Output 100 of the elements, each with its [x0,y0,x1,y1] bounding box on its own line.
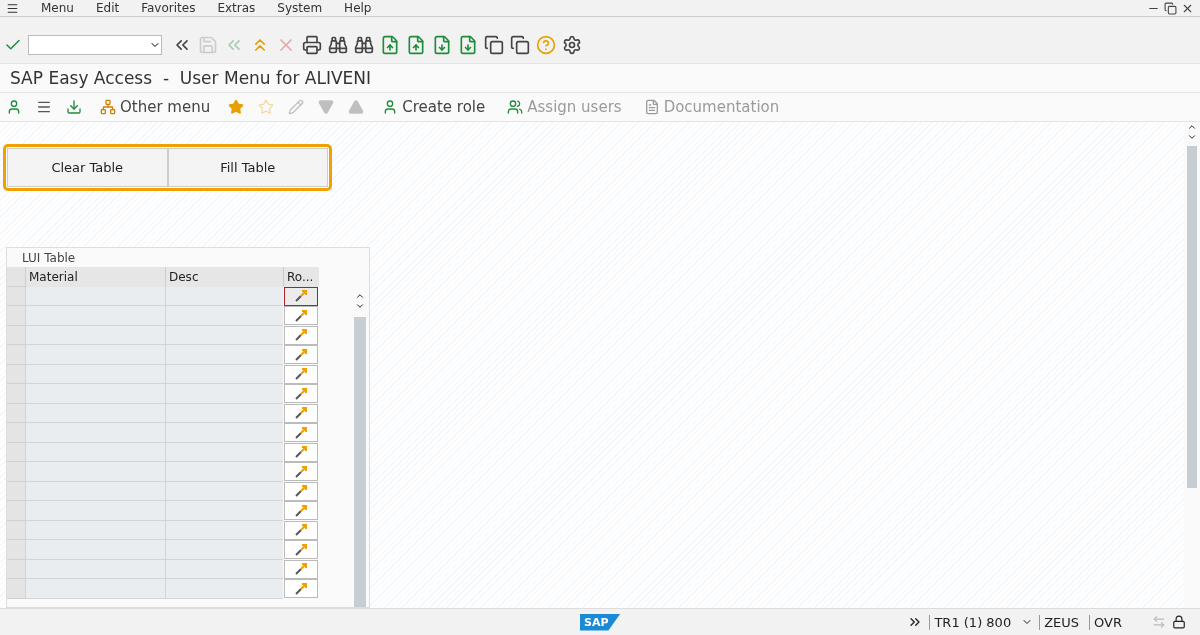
table-cell[interactable] [165,462,283,482]
arrows-icon [295,582,307,595]
page-up-icon[interactable] [406,35,426,55]
search-next-icon[interactable] [354,35,374,55]
printer-icon[interactable] [302,35,322,55]
table-cell[interactable] [165,345,283,365]
scroll-up-icon[interactable] [355,291,365,301]
row-selector[interactable] [7,501,25,521]
table-cell[interactable] [25,462,165,482]
row-selector[interactable] [7,423,25,443]
menu-item[interactable]: Edit [95,1,120,15]
table-cell[interactable] [25,345,165,365]
page-down-icon[interactable] [458,35,478,55]
table-cell[interactable] [165,520,283,540]
arrows-icon [295,543,307,556]
row-selector[interactable] [7,579,25,599]
search-icon[interactable] [328,35,348,55]
row-selector[interactable] [7,559,25,579]
server-name: ZEUS [1039,614,1084,630]
menu-icon[interactable] [36,99,52,115]
user-icon[interactable] [6,99,22,115]
table-cell[interactable] [25,286,165,306]
row-selector[interactable] [7,364,25,384]
menu-icon[interactable] [6,1,19,15]
table-cell[interactable] [25,520,165,540]
table-cell[interactable] [25,325,165,345]
restore-icon[interactable] [1164,1,1177,15]
arrows-icon [295,426,307,439]
push-button[interactable]: Clear Table [7,148,168,187]
menu-item[interactable]: Favorites [141,1,196,15]
table-cell[interactable] [25,384,165,404]
screen-title: SAP Easy Access - User Menu for ALIVENI [0,63,1200,92]
table-cell[interactable] [165,403,283,423]
column-header[interactable]: Ro... [283,267,319,287]
menu-item[interactable]: Extras [217,1,256,15]
row-selector[interactable] [7,286,25,306]
help-icon[interactable] [536,35,556,55]
scroll-down-icon[interactable] [1187,132,1197,142]
table-cell[interactable] [165,384,283,404]
scroll-down-icon[interactable] [355,301,365,311]
arrows-icon [295,329,307,341]
arrows-icon [295,309,307,322]
scrollbar[interactable] [1184,122,1200,608]
table-cell[interactable] [25,423,165,443]
table-cell[interactable] [25,559,165,579]
input-mode[interactable]: OVR [1089,614,1126,630]
table-cell[interactable] [165,306,283,326]
swap-icon[interactable] [1152,615,1166,629]
row-selector[interactable] [7,442,25,462]
scroll-up-icon[interactable] [1187,122,1197,132]
download-icon[interactable] [66,99,82,115]
row-selector[interactable] [7,403,25,423]
row-selector[interactable] [7,540,25,560]
settings-icon[interactable] [562,35,582,55]
row-selector[interactable] [7,345,25,365]
lock-icon[interactable] [1172,615,1186,629]
arrows-icon [295,368,307,380]
arrows-icon [295,465,307,478]
page-down-icon[interactable] [432,35,452,55]
row-selector[interactable] [7,384,25,404]
menu-item[interactable]: System [277,1,323,15]
table-cell[interactable] [165,501,283,521]
system-info[interactable]: TR1 (1) 800 [929,614,1016,630]
arrows-icon [295,504,307,517]
menu-item[interactable]: Help [344,1,372,15]
table-cell[interactable] [25,501,165,521]
table-cell[interactable] [165,423,283,443]
table-cell[interactable] [165,286,283,306]
hierarchy-icon [100,99,116,115]
table-cell[interactable] [165,325,283,345]
table-cell[interactable] [165,559,283,579]
table-cell[interactable] [25,579,165,599]
command-field[interactable] [28,35,162,55]
table-cell[interactable] [165,579,283,599]
menu-item[interactable]: Menu [41,1,74,15]
table-cell[interactable] [25,540,165,560]
table-cell[interactable] [25,481,165,501]
table-cell[interactable] [25,306,165,326]
row-selector[interactable] [7,462,25,482]
page-up-icon[interactable] [380,35,400,55]
table-cell[interactable] [25,442,165,462]
row-selector[interactable] [7,520,25,540]
table-cell[interactable] [25,364,165,384]
arrows-icon [295,563,307,575]
arrows-icon [295,407,307,419]
push-button[interactable]: Fill Table [167,148,328,187]
row-selector[interactable] [7,267,25,287]
table-cell[interactable] [165,540,283,560]
column-header[interactable]: Desc [165,267,283,287]
column-header[interactable]: Material [25,267,165,287]
row-selector[interactable] [7,306,25,326]
table-cell[interactable] [165,364,283,384]
arrows-icon [295,446,307,458]
table-cell[interactable] [165,481,283,501]
toolbar-button[interactable]: Other menu [96,98,215,116]
table-cell[interactable] [25,403,165,423]
row-selector[interactable] [7,325,25,345]
toolbar-button[interactable]: Create role [378,98,490,116]
table-cell[interactable] [165,442,283,462]
row-selector[interactable] [7,481,25,501]
